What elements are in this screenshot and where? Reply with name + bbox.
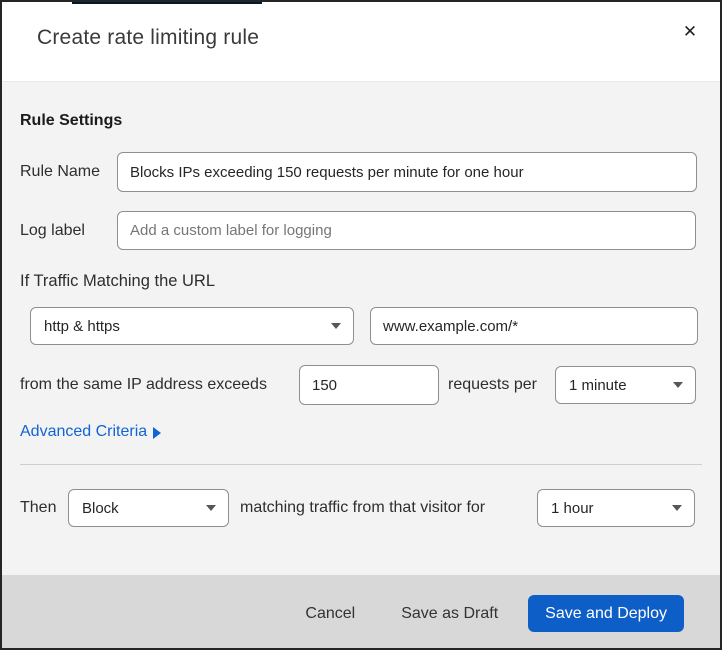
scheme-select[interactable]: http & https [30, 307, 354, 345]
save-and-deploy-button[interactable]: Save and Deploy [528, 595, 684, 632]
period-select-value: 1 minute [569, 376, 627, 394]
then-label: Then [20, 499, 57, 516]
dialog-title: Create rate limiting rule [37, 26, 260, 49]
dialog-header: Create rate limiting rule ✕ [2, 4, 720, 82]
expand-right-arrow-icon [153, 426, 162, 439]
advanced-criteria-link[interactable]: Advanced Criteria [20, 423, 162, 441]
chevron-down-icon [673, 382, 683, 388]
chevron-down-icon [672, 505, 682, 511]
traffic-matching-heading: If Traffic Matching the URL [20, 272, 216, 290]
chevron-down-icon [331, 323, 341, 329]
save-as-draft-button[interactable]: Save as Draft [401, 597, 498, 631]
cancel-button[interactable]: Cancel [305, 597, 355, 631]
scheme-select-value: http & https [44, 317, 120, 335]
duration-select[interactable]: 1 hour [537, 489, 695, 527]
log-label-input[interactable] [117, 211, 696, 250]
rule-settings-heading: Rule Settings [20, 112, 123, 129]
action-select-value: Block [82, 499, 119, 517]
dialog-body: Rule Settings Rule Name Log label If Tra… [2, 82, 720, 575]
log-label-label: Log label [20, 222, 85, 239]
advanced-criteria-label: Advanced Criteria [20, 423, 148, 440]
requests-count-input[interactable] [299, 365, 439, 405]
period-select[interactable]: 1 minute [555, 366, 696, 404]
close-icon[interactable]: ✕ [677, 19, 703, 45]
rule-name-input[interactable] [117, 152, 697, 192]
threshold-prefix-text: from the same IP address exceeds [20, 376, 267, 393]
action-suffix-text: matching traffic from that visitor for [240, 499, 486, 516]
requests-per-text: requests per [448, 376, 537, 393]
dialog-footer: Cancel Save as Draft Save and Deploy [2, 575, 720, 648]
url-pattern-input[interactable] [370, 307, 698, 345]
chevron-down-icon [206, 505, 216, 511]
create-rate-limiting-rule-dialog: Create rate limiting rule ✕ Rule Setting… [0, 0, 722, 650]
duration-select-value: 1 hour [551, 499, 594, 517]
rule-name-label: Rule Name [20, 163, 101, 180]
action-select[interactable]: Block [68, 489, 229, 527]
section-divider [20, 464, 702, 465]
